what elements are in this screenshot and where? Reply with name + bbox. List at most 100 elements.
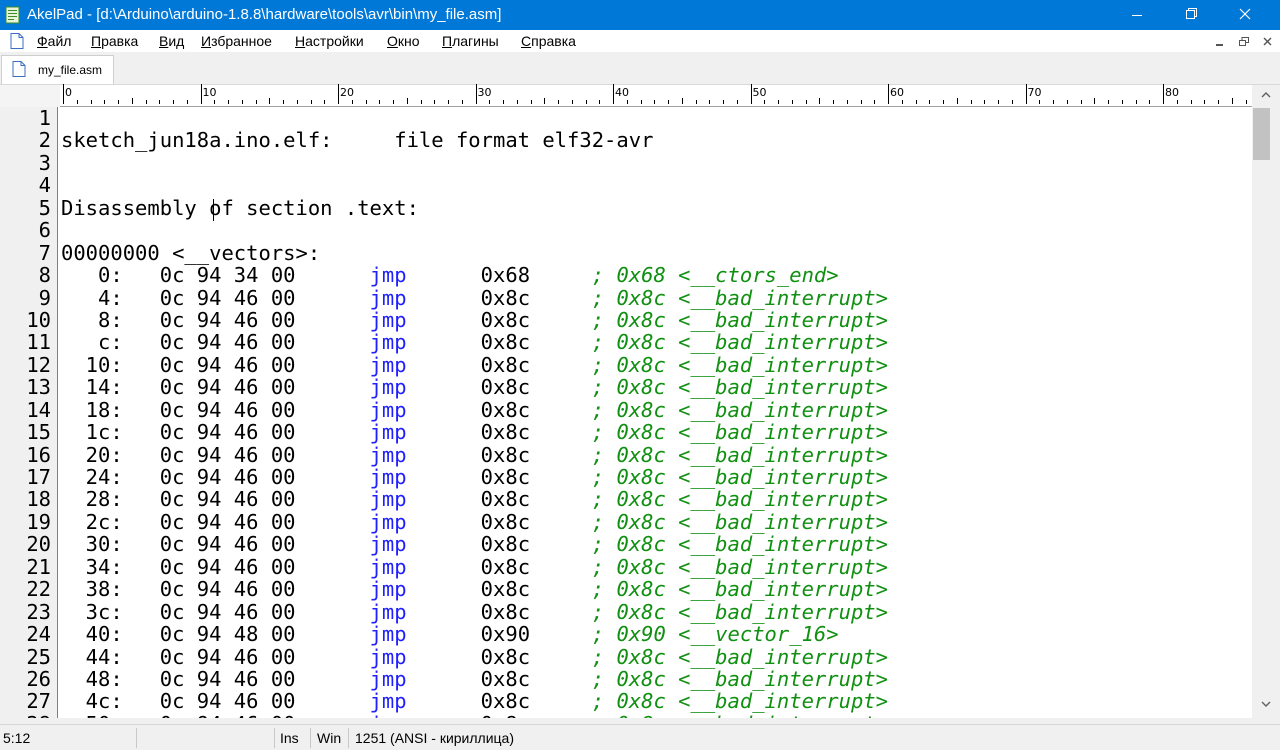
ruler-tick [228, 100, 229, 104]
code-comment: ; 0x8c <__bad_interrupt> [591, 442, 888, 467]
code-line: 28: 0c 94 46 00 jmp 0x8c ; 0x8c <__bad_i… [61, 488, 888, 510]
menu-view[interactable]: Вид [159, 33, 184, 49]
ruler-tick [1245, 100, 1247, 104]
code-line: 4: 0c 94 46 00 jmp 0x8c ; 0x8c <__bad_in… [61, 285, 888, 310]
code-opcode: jmp [369, 442, 407, 467]
line-number: 25 [26, 644, 51, 669]
column-ruler: 0 10 20 30 40 50 60 70 80 [0, 84, 1252, 107]
ruler-tick [1135, 100, 1137, 104]
code-opcode: jmp [369, 263, 407, 288]
menu-file[interactable]: Файл [37, 33, 71, 49]
title-bar[interactable]: AkelPad - [d:\Arduino\arduino-1.8.8\hard… [0, 0, 1280, 30]
ruler-tick [901, 100, 903, 104]
menu-favorites[interactable]: Избранное [201, 33, 272, 49]
ruler-label: 30 [477, 86, 492, 99]
code-address: 48: [61, 666, 123, 691]
ruler-tick [131, 98, 133, 104]
scroll-down-icon[interactable] [1261, 700, 1271, 708]
code-line: 30: 0c 94 46 00 jmp 0x8c ; 0x8c <__bad_i… [61, 533, 888, 555]
ruler-tick [338, 84, 339, 104]
ruler-tick [351, 100, 353, 104]
line-number: 17 [26, 465, 51, 489]
status-newline[interactable]: Win [317, 730, 341, 746]
ruler-tick [1108, 100, 1109, 104]
ruler-tick [241, 100, 243, 104]
line-number: 18 [26, 487, 51, 512]
code-line: 18: 0c 94 46 00 jmp 0x8c ; 0x8c <__bad_i… [61, 398, 888, 421]
code-line: 1c: 0c 94 46 00 jmp 0x8c ; 0x8c <__bad_i… [61, 421, 888, 443]
ruler-tick [406, 98, 408, 104]
code-address: 24: [61, 465, 123, 489]
ruler-tick [888, 84, 889, 104]
code-operand: 0x8c [480, 577, 531, 602]
code-comment: ; 0x8c <__bad_interrupt> [591, 465, 888, 489]
scroll-up-icon[interactable] [1261, 91, 1271, 99]
mdi-restore-icon[interactable] [1234, 34, 1254, 50]
code-address: 40: [61, 622, 123, 647]
code-line: 24: 0c 94 46 00 jmp 0x8c ; 0x8c <__bad_i… [61, 466, 888, 488]
line-number: 15 [26, 420, 51, 445]
mdi-close-icon[interactable] [1258, 34, 1278, 50]
line-number-gutter[interactable]: 1 2 3 4 5 6 7 8 9 10 11 12 13 14 15 16 17 18 19 20 21 22 23 24 2… [0, 107, 58, 718]
text-caret [213, 199, 214, 221]
vertical-scrollbar[interactable] [1252, 85, 1280, 718]
ruler-tick [915, 100, 917, 104]
ruler-tick [516, 100, 518, 104]
code-bytes: 0c 94 46 00 [159, 509, 296, 534]
ruler-tick [1025, 84, 1027, 104]
ruler-tick [530, 100, 532, 104]
code-comment: ; 0x8c <__bad_interrupt> [591, 352, 888, 377]
text-editor[interactable]: sketch_jun18a.ino.elf: file format elf32… [58, 107, 1252, 718]
code-line: c: 0c 94 46 00 jmp 0x8c ; 0x8c <__bad_in… [61, 331, 888, 353]
ruler-tick [654, 100, 656, 104]
menu-plugins[interactable]: Плагины [442, 33, 499, 49]
ruler-label: 40 [615, 86, 629, 99]
maximize-button[interactable] [1168, 0, 1214, 30]
menu-edit[interactable]: Правка [91, 33, 138, 49]
document-icon[interactable] [10, 33, 24, 49]
code-bytes: 0c 94 46 00 [159, 666, 296, 691]
code-line: 14: 0c 94 46 00 jmp 0x8c ; 0x8c <__bad_i… [61, 376, 888, 398]
status-encoding[interactable]: 1251 (ANSI - кириллица) [355, 730, 514, 746]
ruler-tick [833, 100, 834, 104]
scrollbar-thumb[interactable] [1253, 108, 1270, 160]
code-line: Disassembly of section .text: [61, 195, 419, 220]
code-opcode: jmp [369, 307, 407, 332]
line-number: 20 [26, 532, 51, 557]
code-comment: ; 0x8c <__bad_interrupt> [591, 577, 888, 602]
code-address: 28: [61, 487, 123, 512]
ruler-tick [626, 100, 628, 104]
ruler-tick [104, 100, 106, 104]
ruler-tick [365, 100, 367, 104]
menu-window[interactable]: Окно [387, 33, 420, 49]
status-insert-mode[interactable]: Ins [280, 730, 299, 746]
tab-my-file[interactable]: my_file.asm [1, 55, 114, 84]
ruler-tick [90, 100, 92, 104]
ruler-tick [819, 98, 821, 104]
code-bytes: 0c 94 46 00 [159, 285, 296, 310]
close-button[interactable] [1222, 0, 1268, 30]
code-address: 50: [61, 712, 123, 718]
line-number: 28 [0, 712, 51, 718]
code-comment: ; 0x8c <__bad_interrupt> [591, 599, 888, 624]
menu-help[interactable]: Справка [521, 33, 576, 49]
ruler-tick [448, 100, 449, 104]
code-address: 4: [61, 285, 123, 310]
mdi-minimize-icon[interactable] [1210, 34, 1230, 50]
minimize-button[interactable] [1114, 0, 1160, 30]
code-bytes: 0c 94 46 00 [159, 465, 296, 489]
code-operand: 0x8c [480, 352, 531, 377]
code-line: sketch_jun18a.ino.elf: file format elf32… [61, 128, 654, 153]
akelpad-app-icon[interactable] [5, 6, 21, 24]
line-number: 3 [38, 150, 51, 175]
ruler-tick [1218, 100, 1219, 104]
code-bytes: 0c 94 46 00 [159, 532, 296, 557]
code-bytes: 0c 94 46 00 [159, 330, 296, 355]
line-number: 1 [38, 107, 51, 130]
code-comment: ; 0x68 <__ctors_end> [591, 263, 839, 288]
code-opcode: jmp [369, 599, 407, 624]
menu-settings[interactable]: Настройки [295, 33, 364, 49]
status-cursor-position[interactable]: 5:12 [3, 730, 30, 746]
ruler-tick [846, 100, 848, 104]
ruler-tick [283, 100, 284, 104]
